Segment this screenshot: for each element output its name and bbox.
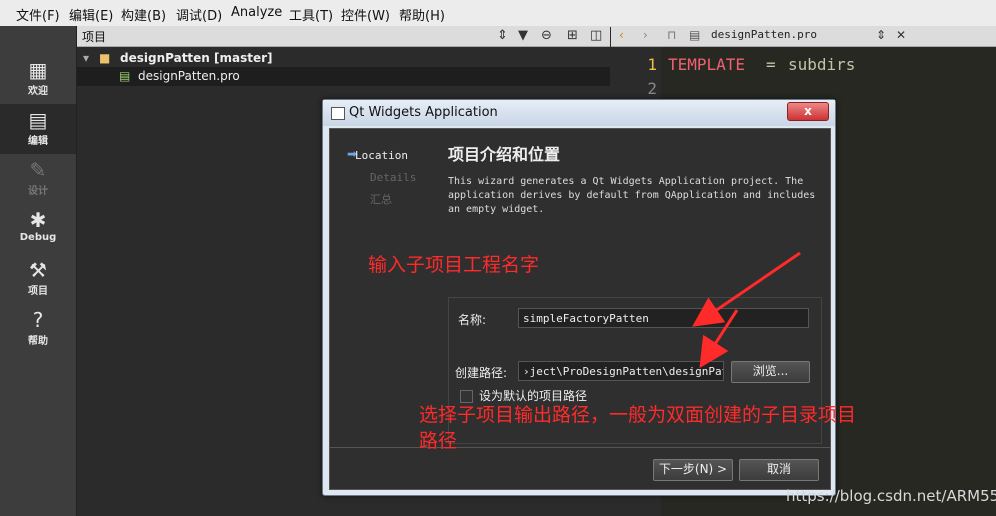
watermark: https://blog.csdn.net/ARM55 [786, 487, 996, 505]
arrow-to-name [692, 251, 801, 327]
annotation-arrows [692, 251, 801, 369]
arrow-to-path [699, 309, 739, 369]
